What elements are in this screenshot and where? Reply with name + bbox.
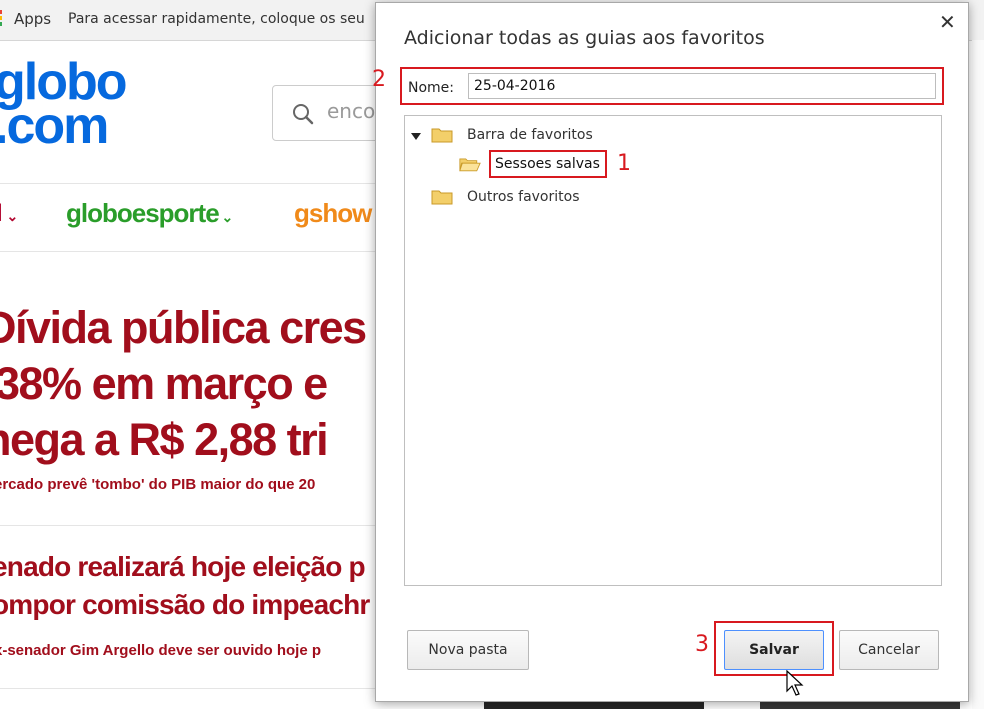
- story-line: enado realizará hoje eleição p: [0, 551, 366, 582]
- expand-arrow-icon[interactable]: [411, 133, 421, 140]
- apps-link[interactable]: Apps: [14, 10, 51, 28]
- globo-logo[interactable]: globo .com: [0, 56, 128, 155]
- nav-globoesporte-label: globoesporte: [66, 198, 220, 228]
- divider: [0, 183, 380, 184]
- divider: [0, 525, 380, 526]
- cancel-button[interactable]: Cancelar: [839, 630, 939, 670]
- tree-item-sessoes-salvas[interactable]: Sessoes salvas: [489, 150, 607, 178]
- bookmark-all-tabs-dialog: Adicionar todas as guias aos favoritos ✕…: [375, 2, 969, 702]
- folder-tree[interactable]: Barra de favoritos Outros favoritos: [404, 115, 942, 586]
- nav-gshow[interactable]: gshow: [294, 198, 372, 229]
- bookmarks-hint-text: Para acessar rapidamente, coloque os seu: [68, 11, 365, 27]
- name-row-highlight: Nome:: [400, 67, 944, 105]
- tree-item-outros-favoritos[interactable]: Outros favoritos: [411, 187, 661, 209]
- story-line: ompor comissão do impeachr: [0, 589, 370, 620]
- chevron-down-icon: ⌄: [2, 208, 19, 224]
- headline-link[interactable]: Dívida pública cres ,38% em março e hega…: [0, 300, 384, 468]
- headline-line: Dívida pública cres: [0, 302, 367, 353]
- tree-item-label: Sessoes salvas: [495, 156, 600, 172]
- story-subtitle[interactable]: x-senador Gim Argello deve ser ouvido ho…: [0, 642, 321, 659]
- nav-g1[interactable]: l ⌄: [0, 200, 18, 228]
- search-icon: [293, 104, 314, 125]
- headline-line: ,38% em março e: [0, 358, 328, 409]
- search-placeholder: enco: [327, 99, 376, 123]
- dialog-title: Adicionar todas as guias aos favoritos: [404, 27, 765, 49]
- mouse-cursor-icon: [786, 670, 804, 696]
- save-button-highlight: Salvar: [714, 621, 834, 676]
- name-input[interactable]: [468, 73, 936, 99]
- close-icon[interactable]: ✕: [939, 12, 956, 32]
- tree-item-label: Outros favoritos: [467, 189, 580, 205]
- annotation-1: 1: [617, 151, 631, 176]
- headline-subtitle[interactable]: ercado prevê 'tombo' do PIB maior do que…: [0, 476, 315, 493]
- apps-icon[interactable]: [0, 10, 6, 28]
- tree-item-barra-de-favoritos[interactable]: Barra de favoritos: [411, 125, 661, 147]
- chevron-down-icon: ⌄: [218, 209, 234, 225]
- annotation-2: 2: [372, 67, 386, 92]
- divider: [0, 688, 380, 689]
- folder-icon: [431, 128, 453, 143]
- new-folder-button[interactable]: Nova pasta: [407, 630, 529, 670]
- thumbnail-image[interactable]: [484, 702, 704, 709]
- headline-line: hega a R$ 2,88 tri: [0, 414, 329, 465]
- name-label: Nome:: [408, 80, 455, 96]
- tree-item-label: Barra de favoritos: [467, 127, 593, 143]
- open-folder-icon: [459, 158, 481, 172]
- thumbnail-image[interactable]: [760, 702, 960, 709]
- folder-icon: [431, 190, 453, 205]
- divider: [0, 251, 380, 252]
- nav-globoesporte[interactable]: globoesporte ⌄: [66, 198, 234, 229]
- save-button[interactable]: Salvar: [724, 630, 824, 670]
- story-link[interactable]: enado realizará hoje eleição p ompor com…: [0, 548, 370, 624]
- page-edge: [972, 40, 984, 709]
- logo-line-2: .com: [0, 97, 109, 155]
- annotation-3: 3: [695, 632, 709, 657]
